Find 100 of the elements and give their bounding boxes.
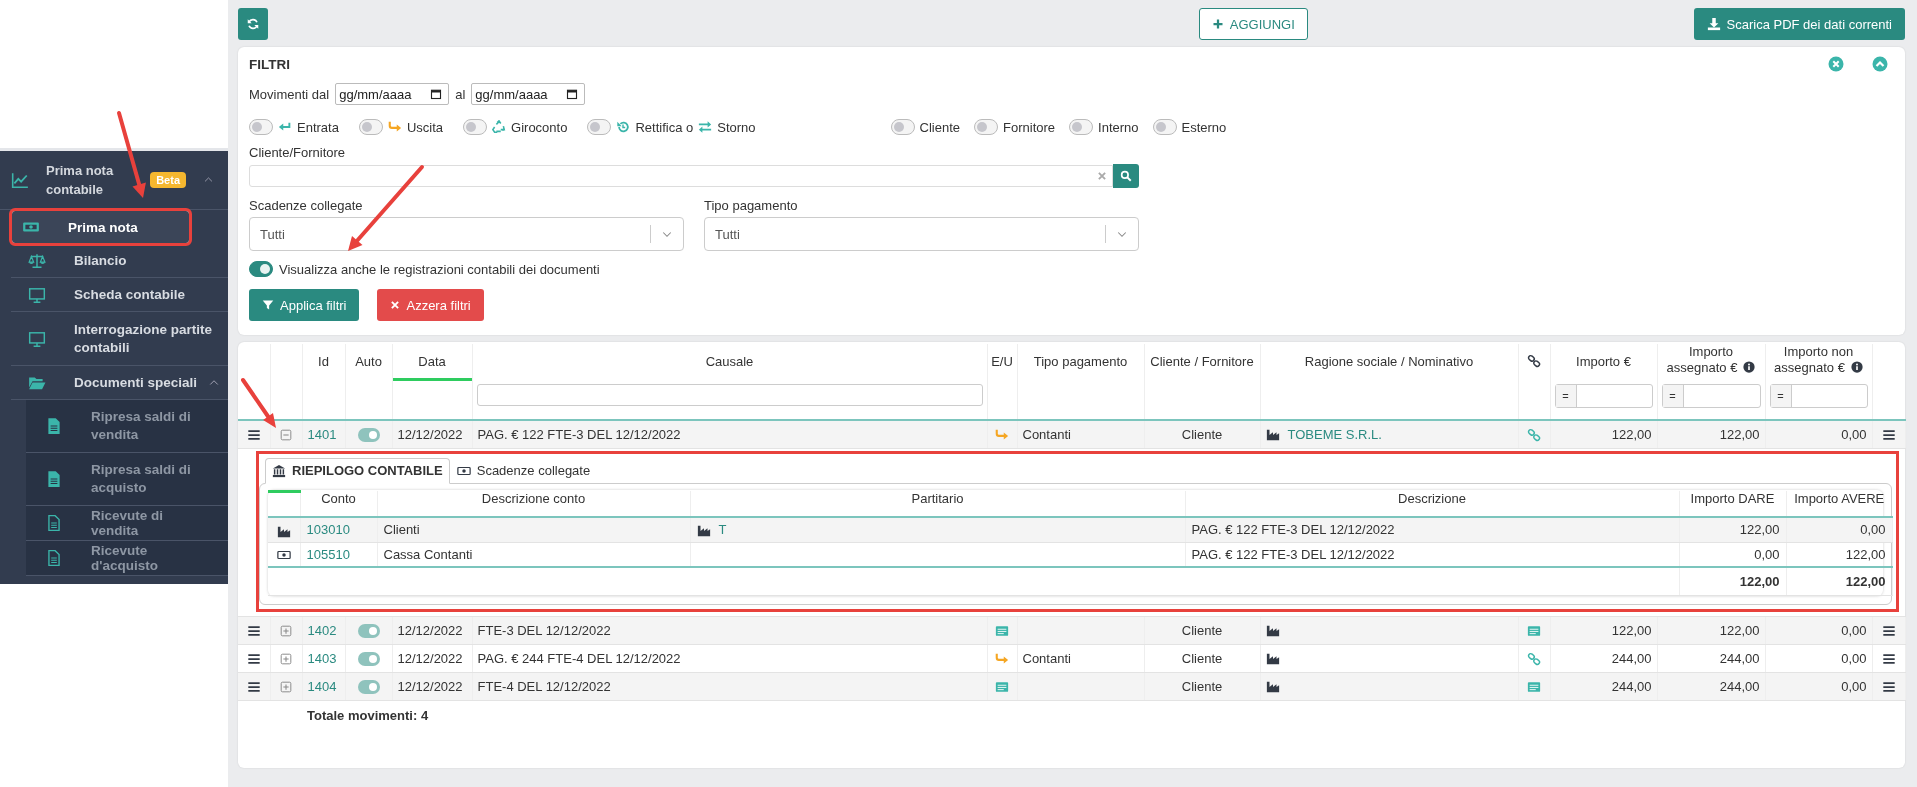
auto-toggle[interactable] xyxy=(357,428,380,443)
toggle-label: Cliente xyxy=(919,119,960,135)
toggle-switch[interactable] xyxy=(249,119,273,135)
link-icon[interactable] xyxy=(1527,651,1541,666)
table-cell: Contanti xyxy=(1017,644,1144,672)
expand-icon[interactable] xyxy=(279,679,293,694)
add-button[interactable]: AGGIUNGI xyxy=(1198,8,1308,40)
expand-icon[interactable] xyxy=(279,651,293,666)
auto-toggle[interactable] xyxy=(357,651,380,666)
collapse-icon[interactable] xyxy=(279,428,293,443)
table-cell: Clienti xyxy=(377,517,690,542)
sidebar-subitem[interactable]: Ripresa saldi di acquisto xyxy=(26,453,228,506)
field-label: Tipo pagamento xyxy=(704,198,799,213)
toggle-label: Storno xyxy=(717,119,756,135)
sidebar-subitem[interactable]: Ricevute d'acquisto xyxy=(26,541,228,576)
toggle-switch[interactable] xyxy=(974,119,998,135)
curved-arrow-icon xyxy=(387,120,402,134)
refresh-icon xyxy=(246,17,260,31)
table-cell: 12/12/2022 xyxy=(392,420,472,448)
tab[interactable]: Scadenze collegate xyxy=(449,457,598,484)
menu-icon[interactable] xyxy=(1881,428,1896,443)
column-header[interactable]: Auto xyxy=(355,354,382,370)
sidebar-item[interactable]: Scheda contabile xyxy=(11,278,228,312)
toggle-switch[interactable] xyxy=(249,261,273,277)
exchange-icon xyxy=(698,120,713,134)
toggle-label: Giroconto xyxy=(511,119,568,135)
table-cell: 122,00 xyxy=(1679,517,1786,542)
document-list-icon[interactable] xyxy=(1527,623,1541,638)
filter-field[interactable]: = xyxy=(1554,384,1653,408)
sidebar-subitem[interactable]: Ripresa saldi di vendita xyxy=(26,400,228,453)
column-header[interactable]: Id xyxy=(318,354,329,370)
column-header[interactable]: Data xyxy=(418,354,446,370)
toggle-switch[interactable] xyxy=(587,119,612,135)
select-field[interactable]: Tutti xyxy=(249,217,684,251)
factory-icon xyxy=(1265,679,1280,693)
link-icon[interactable] xyxy=(1527,428,1541,443)
document-icon xyxy=(45,417,63,435)
column-header[interactable]: Cliente / Fornitore xyxy=(1150,354,1254,370)
search-button[interactable] xyxy=(1113,164,1139,188)
curved-arrow-icon xyxy=(995,651,1009,666)
sidebar-item[interactable]: Bilancio xyxy=(11,244,228,278)
download-pdf-button[interactable]: Scarica PDF dei dati correnti xyxy=(1693,8,1905,40)
document-list-icon[interactable] xyxy=(1527,679,1541,694)
select-field[interactable]: Tutti xyxy=(704,217,1139,251)
link-icon xyxy=(1527,354,1541,368)
column-header[interactable]: Importo non assegnato € xyxy=(1769,344,1868,376)
column-header[interactable]: Tipo pagamento xyxy=(1033,354,1128,370)
column-header[interactable]: Importo € xyxy=(1576,354,1631,370)
search-field[interactable] xyxy=(249,165,1113,187)
menu-icon[interactable] xyxy=(1881,651,1896,666)
column-header[interactable]: Ragione sociale / Nominativo xyxy=(1304,354,1474,370)
company-link[interactable]: T xyxy=(718,522,727,538)
toggle-switch[interactable] xyxy=(890,119,915,135)
column-header[interactable]: Causale xyxy=(705,354,754,370)
close-icon[interactable] xyxy=(1828,56,1844,72)
reset-filters-button[interactable]: Azzera filtri xyxy=(377,289,484,321)
total-cell: 122,00 xyxy=(1786,567,1892,595)
tab[interactable]: RIEPILOGO CONTABILE xyxy=(265,457,450,484)
menu-icon[interactable] xyxy=(246,623,261,638)
expand-icon[interactable] xyxy=(279,623,293,638)
toggle-label: Interno xyxy=(1098,119,1139,135)
table-cell: Cassa Contanti xyxy=(377,542,690,567)
menu-icon[interactable] xyxy=(1881,623,1896,638)
filter-field[interactable] xyxy=(476,384,983,406)
menu-icon[interactable] xyxy=(1881,679,1896,694)
document-list-icon xyxy=(995,623,1009,638)
date-field[interactable]: gg/mm/aaaa xyxy=(335,83,450,105)
menu-icon[interactable] xyxy=(246,428,261,443)
account-link[interactable]: 105510 xyxy=(306,546,350,562)
filter-icon xyxy=(262,299,274,311)
toggle-label: Visualizza anche le registrazioni contabili dei documenti xyxy=(279,261,600,277)
collapse-icon[interactable] xyxy=(1872,56,1888,72)
scale-icon xyxy=(28,251,46,270)
column-header[interactable]: Importo assegnato € xyxy=(1661,344,1761,376)
sidebar-subitem[interactable]: Ricevute di vendita xyxy=(26,506,228,541)
toggle-switch[interactable] xyxy=(1152,119,1177,135)
table-cell: 244,00 xyxy=(1550,644,1657,672)
auto-toggle[interactable] xyxy=(357,623,380,638)
filter-field[interactable]: = xyxy=(1769,384,1868,408)
table-cell: 122,00 xyxy=(1657,616,1765,644)
table-cell: 0,00 xyxy=(1765,672,1872,700)
table-cell: 0,00 xyxy=(1786,517,1892,542)
date-field[interactable]: gg/mm/aaaa xyxy=(471,83,586,105)
menu-icon[interactable] xyxy=(246,679,261,694)
toggle-switch[interactable] xyxy=(463,119,488,135)
table-cell: Cliente xyxy=(1144,644,1260,672)
refresh-button[interactable] xyxy=(238,8,268,40)
menu-icon[interactable] xyxy=(246,651,261,666)
table-cell: PAG. € 122 FTE-3 DEL 12/12/2022 xyxy=(1185,542,1679,567)
sidebar-item[interactable]: Interrogazione partite contabili xyxy=(11,312,228,366)
toggle-switch[interactable] xyxy=(1069,119,1094,135)
clear-icon[interactable] xyxy=(1097,171,1107,181)
row-id-link[interactable]: 1403 xyxy=(307,650,337,666)
sidebar-item[interactable]: Prima nota xyxy=(11,210,190,244)
recycle-icon xyxy=(492,120,507,134)
apply-filters-button[interactable]: Applica filtri xyxy=(249,289,360,321)
auto-toggle[interactable] xyxy=(357,679,380,694)
column-header[interactable]: E/U xyxy=(991,354,1013,370)
filter-field[interactable]: = xyxy=(1661,384,1761,408)
toggle-switch[interactable] xyxy=(358,119,383,135)
